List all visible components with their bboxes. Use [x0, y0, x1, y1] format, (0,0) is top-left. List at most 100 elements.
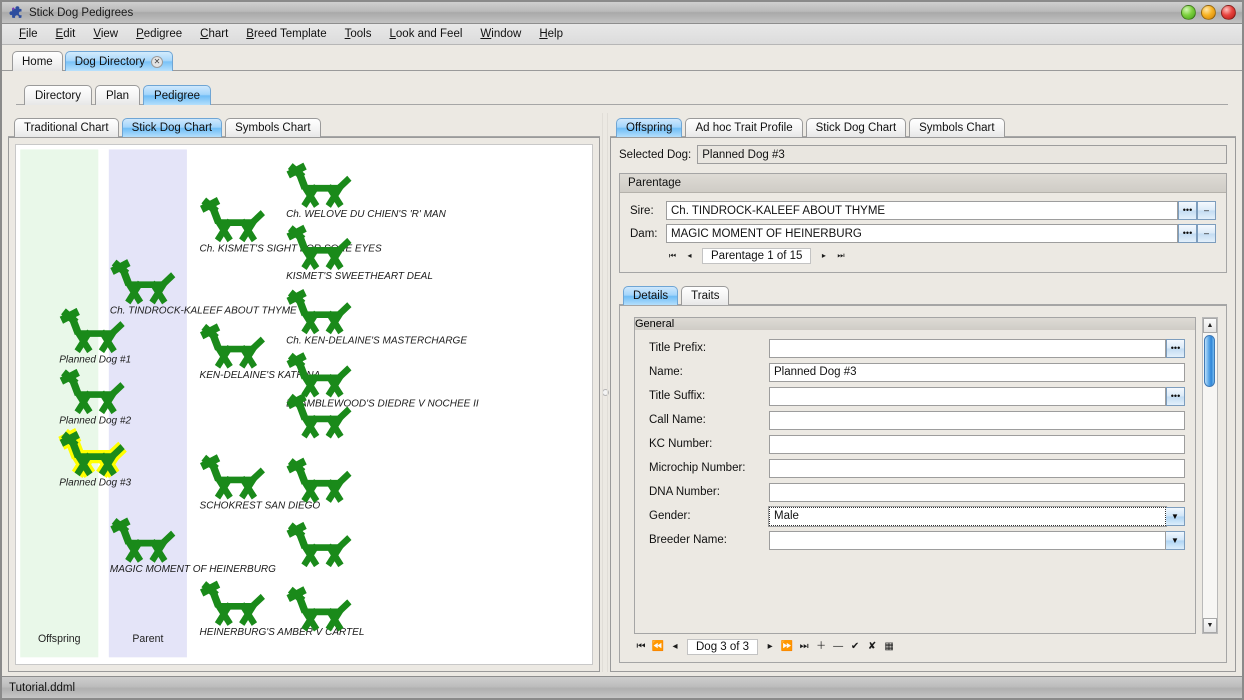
sire-browse-button[interactable]: ••• [1178, 201, 1197, 220]
details-scrollbar[interactable]: ▲ ▼ [1202, 317, 1218, 634]
menu-edit[interactable]: Edit [47, 26, 85, 42]
chart-tab-symbols-chart[interactable]: Symbols Chart [225, 118, 320, 137]
chevron-down-icon[interactable]: ▼ [1166, 531, 1185, 550]
record-fast-forward-button[interactable]: ⏩ [780, 640, 794, 654]
menu-breed-template[interactable]: Breed Template [237, 26, 335, 42]
record-commit-button[interactable]: ✔ [848, 640, 862, 654]
offspring-tab-symbols-chart[interactable]: Symbols Chart [909, 118, 1004, 137]
chart-dog-label: MAGIC MOMENT OF HEINERBURG [110, 564, 276, 575]
chart-tab-traditional-chart[interactable]: Traditional Chart [14, 118, 119, 137]
menu-window[interactable]: Window [471, 26, 530, 42]
offspring-panel: Selected Dog: Planned Dog #3 Parentage S… [610, 137, 1236, 672]
chart-dog-ggp-4[interactable]: BRAMBLEWOOD'S DIEDRE V NOCHEE II [286, 356, 479, 410]
menu-bar: FileEditViewPedigreeChartBreed TemplateT… [2, 24, 1242, 45]
pedigree-chart-canvas[interactable]: OffspringParentPlanned Dog #1Planned Dog… [15, 144, 593, 665]
doc-tab-home[interactable]: Home [12, 51, 63, 71]
general-group-title: General [635, 318, 1195, 330]
offspring-tab-ad-hoc-trait-profile[interactable]: Ad hoc Trait Profile [685, 118, 802, 137]
sire-input[interactable]: Ch. TINDROCK-KALEEF ABOUT THYME [666, 201, 1178, 220]
close-icon[interactable]: ✕ [151, 56, 163, 68]
close-button[interactable] [1221, 5, 1236, 20]
field-control-breeder-name: ▼ [769, 531, 1185, 550]
chart-dog-ggp-7[interactable] [288, 525, 349, 565]
dam-browse-button[interactable]: ••• [1178, 224, 1197, 243]
record-prev-button[interactable]: ◂ [668, 640, 682, 654]
field-row-name: Name:Planned Dog #3 [649, 360, 1185, 384]
pane-splitter[interactable] [600, 113, 610, 672]
menu-pedigree[interactable]: Pedigree [127, 26, 191, 42]
record-grid-button[interactable]: ▦ [882, 640, 896, 654]
menu-view[interactable]: View [84, 26, 127, 42]
input-title-suffix[interactable] [769, 387, 1166, 406]
input-kc-number[interactable] [769, 435, 1185, 454]
record-last-button[interactable]: ⏭ [797, 640, 811, 654]
maximize-button[interactable] [1201, 5, 1216, 20]
parentage-first-button[interactable]: ⏮ [666, 249, 679, 263]
field-label-microchip-number: Microchip Number: [649, 462, 769, 474]
menu-help[interactable]: Help [530, 26, 572, 42]
input-microchip-number[interactable] [769, 459, 1185, 478]
parentage-prev-button[interactable]: ◂ [683, 249, 696, 263]
parentage-status: Parentage 1 of 15 [702, 248, 811, 264]
record-cancel-button[interactable]: ✘ [865, 640, 879, 654]
field-label-name: Name: [649, 366, 769, 378]
record-first-button[interactable]: ⏮ [634, 640, 648, 654]
menu-look-and-feel[interactable]: Look and Feel [381, 26, 472, 42]
scroll-down-icon[interactable]: ▼ [1203, 618, 1217, 633]
input-dna-number[interactable] [769, 483, 1185, 502]
chart-dog-ggp-3[interactable]: Ch. KEN-DELAINE'S MASTERCHARGE [286, 292, 467, 346]
scrollbar-track[interactable] [1203, 333, 1217, 618]
window-controls [1181, 5, 1236, 20]
doc-tab-dog-directory[interactable]: Dog Directory ✕ [65, 51, 173, 71]
input-name[interactable]: Planned Dog #3 [769, 363, 1185, 382]
chart-dog-ggp-6[interactable] [288, 461, 349, 501]
chart-dog-label: Planned Dog #3 [59, 477, 131, 488]
chart-tab-bar: Traditional ChartStick Dog ChartSymbols … [8, 113, 600, 137]
chart-dog-ggp-1[interactable]: Ch. WELOVE DU CHIEN'S 'R' MAN [286, 166, 446, 220]
menu-file[interactable]: File [10, 26, 47, 42]
chart-tab-stick-dog-chart[interactable]: Stick Dog Chart [122, 118, 223, 137]
offspring-tab-stick-dog-chart[interactable]: Stick Dog Chart [806, 118, 907, 137]
application-window: Stick Dog Pedigrees FileEditViewPedigree… [0, 0, 1244, 700]
record-status: Dog 3 of 3 [687, 639, 758, 655]
parentage-next-button[interactable]: ▸ [817, 249, 830, 263]
view-tab-pedigree[interactable]: Pedigree [143, 85, 211, 105]
input-title-prefix[interactable] [769, 339, 1166, 358]
scrollbar-thumb[interactable] [1204, 335, 1215, 387]
details-tab-details[interactable]: Details [623, 286, 678, 305]
details-tab-traits[interactable]: Traits [681, 286, 729, 305]
browse-button-title-prefix[interactable]: ••• [1166, 339, 1185, 358]
record-add-button[interactable]: ＋ [814, 640, 828, 654]
minimize-button[interactable] [1181, 5, 1196, 20]
sire-remove-button[interactable]: – [1197, 201, 1216, 220]
offspring-pane: OffspringAd hoc Trait ProfileStick Dog C… [610, 113, 1236, 672]
dam-input[interactable]: MAGIC MOMENT OF HEINERBURG [666, 224, 1178, 243]
input-gender[interactable]: Male [769, 507, 1166, 526]
chart-dog-ggp-8[interactable] [288, 590, 349, 630]
chart-dog-ggp-2[interactable]: KISMET'S SWEETHEART DEAL [286, 228, 433, 282]
record-remove-button[interactable]: — [831, 640, 845, 654]
record-next-button[interactable]: ▸ [763, 640, 777, 654]
chart-dog-label: Ch. KISMET'S SIGHT FOR SORE EYES [200, 243, 382, 254]
menu-chart[interactable]: Chart [191, 26, 237, 42]
chevron-down-icon[interactable]: ▼ [1166, 507, 1185, 526]
field-label-title-prefix: Title Prefix: [649, 342, 769, 354]
general-group: General Title Prefix: ••• Name:Planned Dog… [634, 317, 1196, 634]
offspring-tab-bar: OffspringAd hoc Trait ProfileStick Dog C… [610, 113, 1236, 137]
chart-panel: OffspringParentPlanned Dog #1Planned Dog… [8, 137, 600, 672]
input-breeder-name[interactable] [769, 531, 1166, 550]
parentage-last-button[interactable]: ⏭ [834, 249, 847, 263]
browse-button-title-suffix[interactable]: ••• [1166, 387, 1185, 406]
field-label-dna-number: DNA Number: [649, 486, 769, 498]
view-tab-plan[interactable]: Plan [95, 85, 140, 105]
record-fast-back-button[interactable]: ⏪ [651, 640, 665, 654]
input-call-name[interactable] [769, 411, 1185, 430]
view-tab-directory[interactable]: Directory [24, 85, 92, 105]
menu-tools[interactable]: Tools [336, 26, 381, 42]
splitter-handle-icon[interactable] [602, 389, 609, 396]
scroll-up-icon[interactable]: ▲ [1203, 318, 1217, 333]
field-row-title-suffix: Title Suffix:••• [649, 384, 1185, 408]
dam-remove-button[interactable]: – [1197, 224, 1216, 243]
doc-tab-label: Dog Directory [75, 56, 145, 68]
offspring-tab-offspring[interactable]: Offspring [616, 118, 682, 137]
